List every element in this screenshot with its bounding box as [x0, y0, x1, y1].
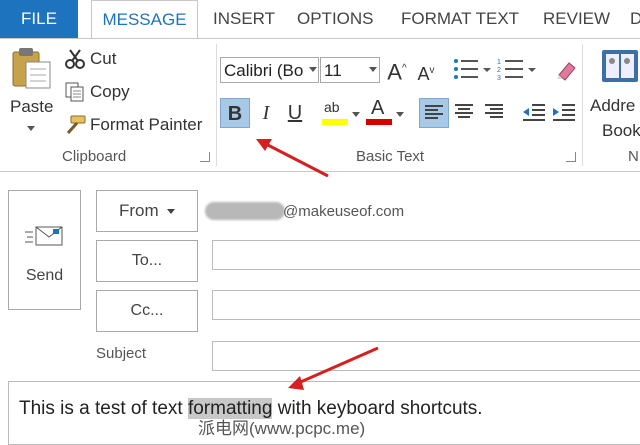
arrow-to-bold-button: [256, 139, 329, 178]
arrow-to-selected-text: [288, 346, 379, 390]
annotation-arrows: [256, 139, 379, 390]
